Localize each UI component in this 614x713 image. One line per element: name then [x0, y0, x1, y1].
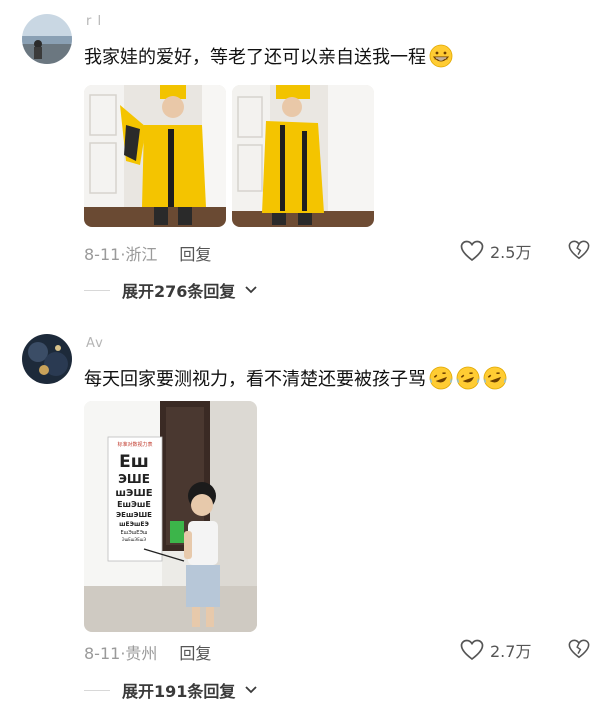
like-button[interactable]: 2.5万: [460, 239, 531, 263]
comment-meta: 8-11·贵州 回复: [84, 644, 212, 663]
comment-text: 我家娃的爱好，等老了还可以亲自送我一程: [84, 44, 453, 70]
rolling-laughing-icon: [456, 366, 480, 390]
like-count: 2.7万: [490, 642, 532, 661]
expand-replies-button[interactable]: 展开276条回复: [84, 278, 258, 302]
like-button[interactable]: 2.7万: [460, 638, 531, 662]
comment-location: 浙江: [125, 245, 158, 264]
comment-photo[interactable]: 标准对数视力表 Eш ЭШЕ шЭШЕ ЕшЭшЕ ЭЕшЭШЕ шЕЭшЕЭ …: [84, 401, 257, 632]
broken-heart-icon[interactable]: [568, 638, 590, 660]
svg-text:шЕЭшЕЭ: шЕЭшЕЭ: [119, 521, 149, 528]
eye-chart-title: 标准对数视力表: [117, 441, 152, 448]
username[interactable]: r l: [86, 14, 102, 29]
comment-photo[interactable]: [84, 85, 226, 227]
svg-text:шЭШЕ: шЭШЕ: [115, 488, 152, 499]
comment-date: 8-11: [84, 245, 121, 264]
comment-meta: 8-11·浙江 回复: [84, 245, 212, 264]
avatar[interactable]: [22, 334, 72, 384]
expand-replies-button[interactable]: 展开191条回复: [84, 678, 258, 702]
rolling-laughing-icon: [483, 366, 507, 390]
reply-button[interactable]: 回复: [179, 644, 211, 663]
broken-heart-icon[interactable]: [568, 239, 590, 261]
reply-button[interactable]: 回复: [179, 245, 211, 264]
svg-text:ЭШЕ: ЭШЕ: [118, 472, 150, 486]
heart-icon: [460, 639, 484, 661]
comment-date: 8-11: [84, 644, 121, 663]
comment-photo[interactable]: [232, 85, 374, 227]
chevron-down-icon: [245, 686, 258, 694]
divider-line: [84, 289, 110, 291]
svg-text:ЭЕшЭШЕ: ЭЕшЭШЕ: [116, 511, 152, 519]
divider-line: [84, 689, 110, 691]
avatar[interactable]: [22, 14, 72, 64]
chevron-down-icon: [245, 286, 258, 294]
comment-location: 贵州: [125, 644, 158, 663]
svg-text:ЕшЭшЕЭш: ЕшЭшЕЭш: [120, 530, 147, 536]
rolling-laughing-icon: [429, 366, 453, 390]
svg-text:ЭшЕшЭЕшЭ: ЭшЕшЭЕшЭ: [122, 537, 147, 542]
heart-icon: [460, 240, 484, 262]
grinning-face-icon: [429, 44, 453, 68]
like-count: 2.5万: [490, 243, 532, 262]
svg-text:Eш: Eш: [119, 452, 149, 472]
svg-text:ЕшЭшЕ: ЕшЭшЕ: [117, 500, 151, 509]
username[interactable]: Av: [86, 336, 104, 351]
comment-text: 每天回家要测视力，看不清楚还要被孩子骂: [84, 366, 507, 392]
